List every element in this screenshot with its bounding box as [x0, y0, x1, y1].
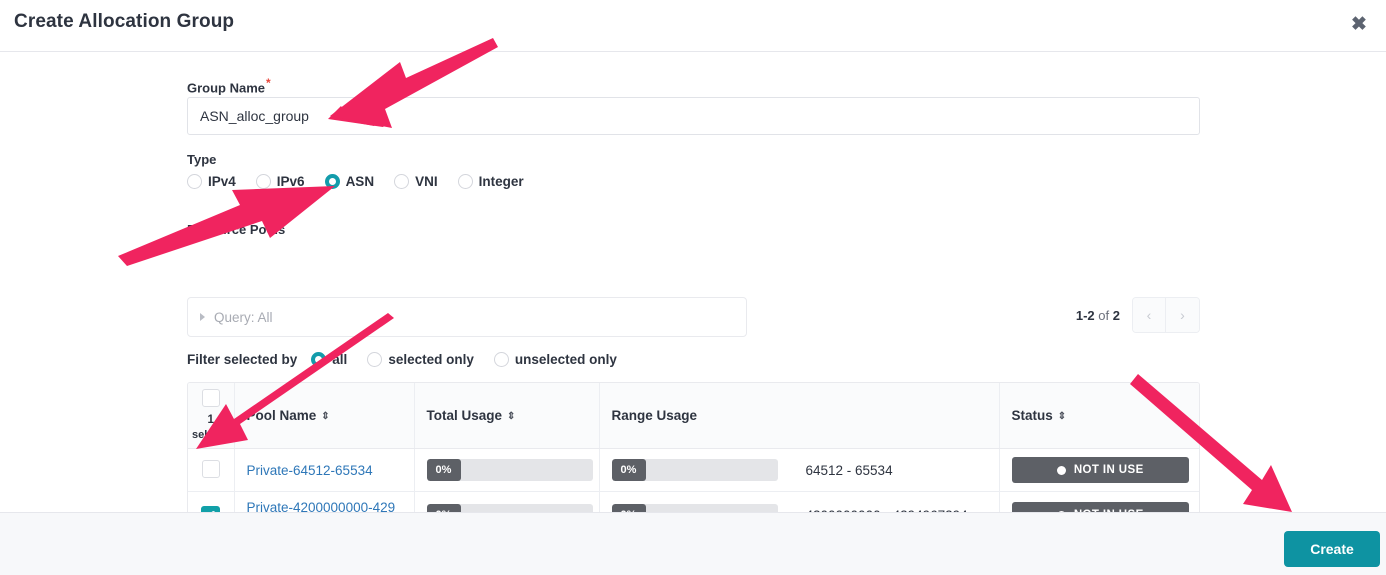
sort-icon[interactable]: ⇕ [1058, 412, 1066, 422]
total-usage-value: 0% [427, 459, 461, 481]
radio-circle-selected-icon [325, 174, 340, 189]
dialog-body: Group Name* Type IPv4 IPv6 ASN VNI [0, 52, 1386, 512]
select-all-checkbox[interactable] [202, 389, 220, 407]
filter-radio-unselected-only-label: unselected only [515, 352, 617, 367]
filter-radio-unselected-only[interactable]: unselected only [494, 352, 617, 367]
status-dot-icon [1057, 466, 1066, 475]
type-radio-integer[interactable]: Integer [458, 174, 524, 189]
dialog-footer: Create [0, 512, 1386, 575]
filter-radio-all[interactable]: all [311, 352, 347, 367]
sort-icon[interactable]: ⇕ [507, 412, 515, 422]
row-range-usage-cell: 0% 64512 - 65534 [599, 449, 999, 492]
type-radio-vni-label: VNI [415, 174, 438, 189]
radio-circle-icon [367, 352, 382, 367]
row-status-cell: NOT IN USE [999, 449, 1200, 492]
pagination: 1-2 of 2 ‹ › [1076, 297, 1200, 333]
selected-count: 1 selected [192, 413, 230, 442]
create-allocation-group-dialog: Create Allocation Group ✖ Group Name* Ty… [0, 0, 1386, 575]
pagination-total: 2 [1113, 308, 1120, 323]
chevron-left-icon[interactable]: ‹ [1133, 298, 1166, 332]
table-header-row: 1 selected Pool Name ⇕ Total Usage ⇕ Range… [188, 383, 1200, 449]
pagination-buttons: ‹ › [1132, 297, 1200, 333]
type-radio-asn-label: ASN [346, 174, 375, 189]
row-total-usage-cell: 0% [414, 449, 599, 492]
row-checkbox[interactable] [202, 460, 220, 478]
status-badge-label: NOT IN USE [1074, 464, 1144, 476]
pagination-of: of [1098, 308, 1109, 323]
filter-selected-by-group: Filter selected by all selected only uns… [187, 352, 637, 367]
filter-radio-selected-only-label: selected only [388, 352, 474, 367]
type-radio-vni[interactable]: VNI [394, 174, 438, 189]
column-header-status-label: Status [1012, 408, 1053, 423]
column-header-status[interactable]: Status ⇕ [999, 383, 1200, 449]
required-marker: * [266, 76, 271, 90]
type-radio-integer-label: Integer [479, 174, 524, 189]
filter-radio-all-label: all [332, 352, 347, 367]
radio-circle-icon [494, 352, 509, 367]
selected-count-number: 1 [208, 414, 214, 426]
column-header-range-usage: Range Usage [599, 383, 999, 449]
type-radio-ipv4[interactable]: IPv4 [187, 174, 236, 189]
type-radio-ipv4-label: IPv4 [208, 174, 236, 189]
range-text: 64512 - 65534 [806, 463, 893, 478]
radio-circle-selected-icon [311, 352, 326, 367]
create-button[interactable]: Create [1284, 531, 1380, 567]
filter-selected-by-label: Filter selected by [187, 352, 297, 367]
range-usage-bar: 0% [612, 459, 778, 481]
close-icon[interactable]: ✖ [1346, 12, 1372, 38]
column-header-range-usage-label: Range Usage [612, 408, 698, 423]
type-label: Type [187, 152, 216, 167]
pagination-count: 1-2 of 2 [1076, 308, 1120, 323]
type-radio-asn[interactable]: ASN [325, 174, 375, 189]
status-badge: NOT IN USE [1012, 457, 1190, 483]
total-usage-bar: 0% [427, 459, 593, 481]
row-select-cell [188, 449, 234, 492]
pool-name-link[interactable]: Private-64512-65534 [247, 463, 373, 478]
group-name-label-text: Group Name [187, 80, 265, 95]
column-header-pool-name-label: Pool Name [247, 408, 317, 423]
chevron-right-icon[interactable]: › [1166, 298, 1199, 332]
row-pool-name-cell: Private-64512-65534 [234, 449, 414, 492]
resource-pools-label: Resource Pools [187, 222, 285, 237]
query-text: Query: All [214, 310, 273, 325]
radio-circle-icon [256, 174, 271, 189]
column-header-pool-name[interactable]: Pool Name ⇕ [234, 383, 414, 449]
group-name-label: Group Name* [187, 76, 271, 95]
type-radio-ipv6[interactable]: IPv6 [256, 174, 305, 189]
filter-radio-selected-only[interactable]: selected only [367, 352, 474, 367]
radio-circle-icon [394, 174, 409, 189]
column-header-total-usage-label: Total Usage [427, 408, 503, 423]
table-row: Private-64512-65534 0% 0% [188, 449, 1200, 492]
select-all-header: 1 selected [188, 383, 234, 449]
radio-circle-icon [187, 174, 202, 189]
type-radio-group: IPv4 IPv6 ASN VNI Integer [187, 174, 544, 189]
pagination-range: 1-2 [1076, 308, 1095, 323]
range-usage-value: 0% [612, 459, 646, 481]
column-header-total-usage[interactable]: Total Usage ⇕ [414, 383, 599, 449]
radio-circle-icon [458, 174, 473, 189]
page-title: Create Allocation Group [14, 11, 234, 33]
query-builder-input[interactable]: Query: All [187, 297, 747, 337]
triangle-right-icon[interactable] [200, 313, 205, 321]
group-name-input[interactable] [187, 97, 1200, 135]
sort-icon[interactable]: ⇕ [321, 412, 329, 422]
selected-count-word: selected [192, 428, 230, 442]
type-radio-ipv6-label: IPv6 [277, 174, 305, 189]
dialog-header: Create Allocation Group ✖ [0, 0, 1386, 52]
